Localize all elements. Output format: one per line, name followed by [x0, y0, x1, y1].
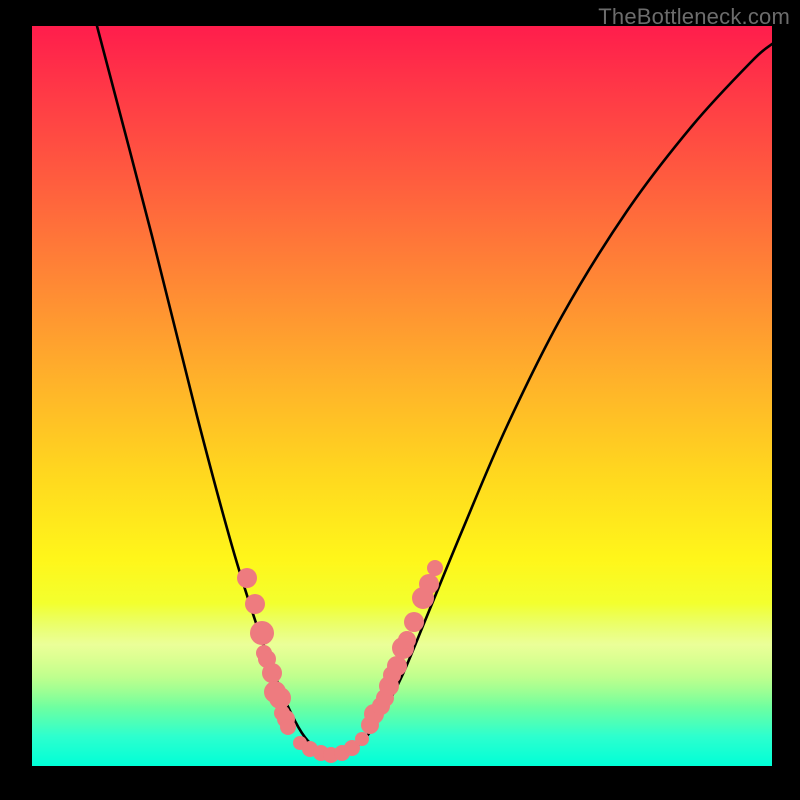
background-gradient: [32, 26, 772, 766]
watermark-text: TheBottleneck.com: [598, 4, 790, 30]
chart-stage: TheBottleneck.com: [0, 0, 800, 800]
plot-area: [32, 26, 772, 766]
